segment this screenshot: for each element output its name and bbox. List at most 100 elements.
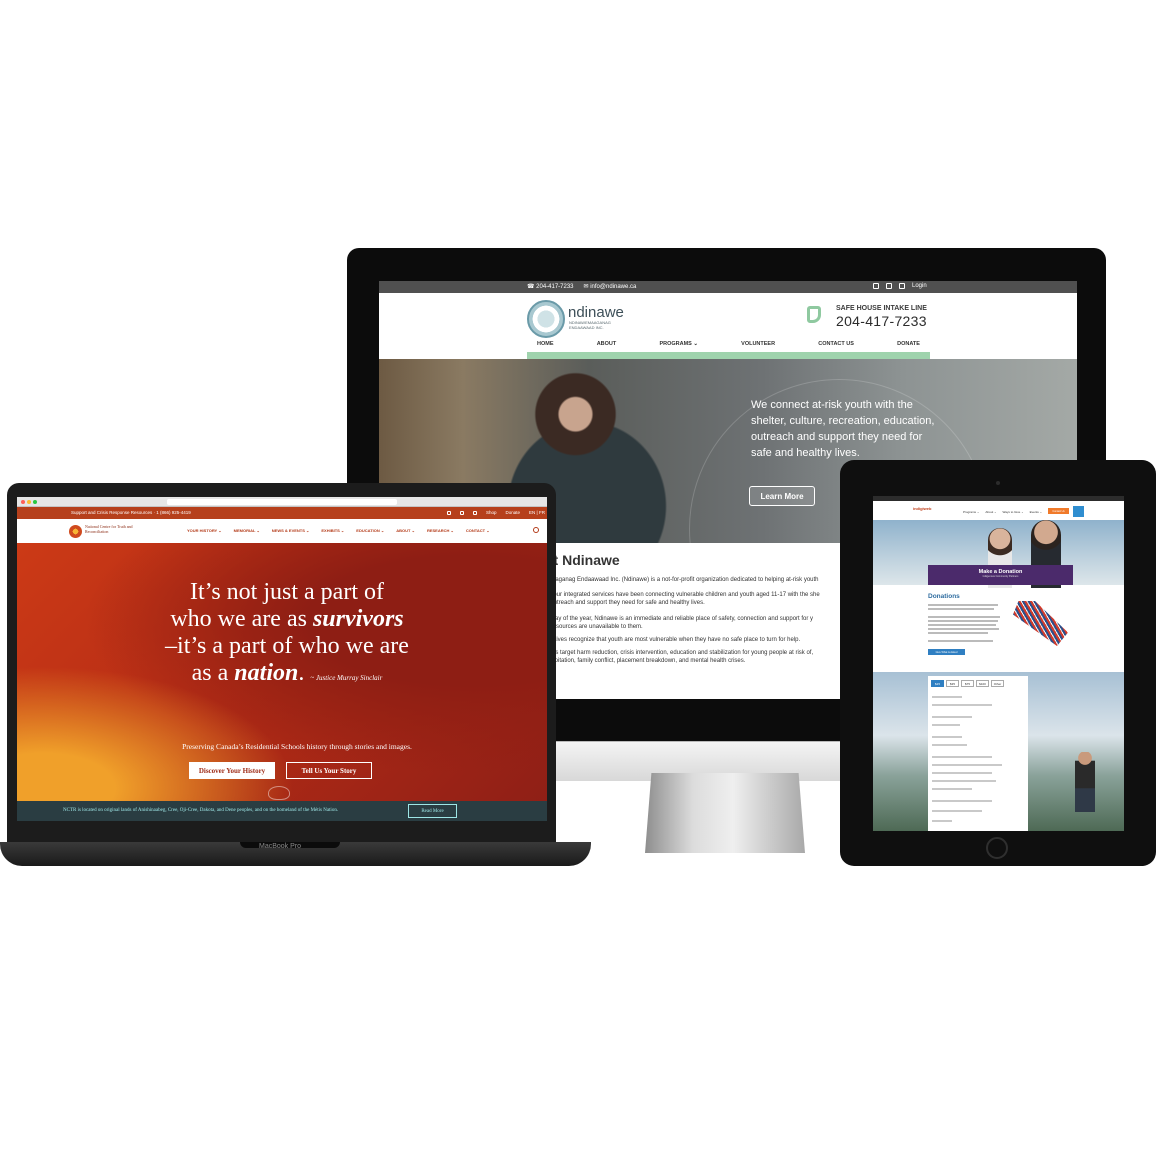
youtube-icon[interactable] [473,510,477,515]
quote-line: –it’s a part of who we are [165,633,409,659]
form-field[interactable] [932,788,972,790]
text-line [928,640,993,642]
zoom-dot-icon[interactable] [33,500,37,504]
form-field[interactable] [932,810,982,812]
form-field[interactable] [932,820,952,822]
language-toggle[interactable]: EN | FR [529,510,545,515]
tablet-screen: indigiweb Programs ⌄ About ⌄ Ways to Giv… [873,496,1124,831]
nctr-topbar: Support and Crisis Response Resources · … [17,507,547,519]
nav-news-events[interactable]: NEWS & EVENTS ⌄ [272,528,310,533]
ndinawe-logo-icon[interactable] [527,300,565,338]
about-line: , outreach and support they need for saf… [547,600,705,606]
text-line [928,608,994,610]
form-field[interactable] [932,704,992,706]
form-field[interactable] [932,716,972,718]
form-field[interactable] [932,800,992,802]
facebook-icon[interactable] [447,510,451,515]
twitter-icon[interactable] [460,510,464,515]
amount-35[interactable]: $35 [946,680,959,687]
amount-75[interactable]: $75 [961,680,974,687]
nctr-logo-text[interactable]: National Centre for Truth and Reconcilia… [85,524,145,534]
nav-events[interactable]: Events ⌄ [1030,510,1043,514]
nctr-logo-icon[interactable] [69,525,82,538]
nctr-nav: YOUR HISTORY ⌄ MEMORIAL ⌄ NEWS & EVENTS … [187,528,490,533]
form-field[interactable] [932,736,962,738]
contact-us-button[interactable]: Contact Us [1048,508,1069,514]
amount-options: $15 $35 $75 $100 Other [931,680,1004,687]
amount-other[interactable]: Other [991,680,1004,687]
land-acknowledgement-text: NCTR is located on original lands of Ani… [63,808,339,813]
search-icon[interactable] [533,527,539,533]
give-button[interactable]: Give What is Asked [928,649,965,655]
emblem-icon [268,786,290,800]
form-field[interactable] [932,696,962,698]
donate-link[interactable]: Donate [506,510,521,515]
home-button[interactable] [986,837,1008,859]
facebook-icon[interactable] [886,283,892,289]
nav-memorial[interactable]: MEMORIAL ⌄ [234,528,260,533]
camera-icon [996,481,1000,485]
nav-accent-bar [527,352,930,359]
quote-line: It’s not just a part of [190,579,384,605]
about-line: r resources are unavailable to them. [547,624,643,630]
nav-programs[interactable]: Programs ⌄ [963,510,979,514]
text-line [928,616,1000,618]
shop-link[interactable]: Shop [486,510,497,515]
close-dot-icon[interactable] [21,500,25,504]
indigiweb-logo[interactable]: indigiweb [913,506,931,511]
donations-title: Donations [928,593,960,600]
instagram-icon[interactable] [873,283,879,289]
hamburger-menu-icon[interactable] [1073,506,1084,517]
tell-story-button[interactable]: Tell Us Your Story [286,762,372,779]
twitter-icon[interactable] [899,283,905,289]
quote-emphasis: nation [234,660,299,686]
read-more-button[interactable]: Read More [408,804,457,818]
quote-text: as a [191,660,235,686]
quote-emphasis: survivors [312,606,404,632]
quote-line: as a nation. ~ Justice Murray Sinclair [107,660,467,692]
laptop-model-label: MacBook Pro [258,843,302,850]
login-link[interactable]: Login [912,283,927,289]
about-title: ut Ndinawe [545,552,620,568]
nav-education[interactable]: EDUCATION ⌄ [356,528,384,533]
address-bar[interactable] [167,499,397,505]
amount-100[interactable]: $100 [976,680,989,687]
form-field[interactable] [932,756,992,758]
about-line: xploitation, family conflict, placement … [547,658,746,664]
discover-history-button[interactable]: Discover Your History [189,762,275,779]
text-line [928,604,998,606]
nav-contact[interactable]: CONTACT ⌄ [466,528,490,533]
learn-more-button[interactable]: Learn More [749,486,815,506]
minimize-dot-icon[interactable] [27,500,31,504]
form-field[interactable] [932,780,996,782]
form-field[interactable] [932,772,992,774]
laptop-screen: Support and Crisis Response Resources · … [17,497,547,821]
form-field[interactable] [932,744,967,746]
quote-text: . [298,660,311,686]
ndinawe-logo-text[interactable]: ndinawe [568,304,624,321]
topbar-email[interactable]: ✉ info@ndinawe.ca [584,283,637,290]
about-line: ams target harm reduction, crisis interv… [547,650,814,656]
nav-ways-to-give[interactable]: Ways to Give ⌄ [1003,510,1024,514]
hero-subtitle: Preserving Canada’s Residential Schools … [182,742,412,751]
browser-chrome [17,497,547,507]
ribbon-sash-image [1013,601,1068,646]
intake-label: SAFE HOUSE INTAKE LINE [836,305,927,312]
nav-about[interactable]: ABOUT ⌄ [396,528,415,533]
nav-your-history[interactable]: YOUR HISTORY ⌄ [187,528,222,533]
form-field[interactable] [932,764,1002,766]
form-field[interactable] [932,724,960,726]
laptop-device: Support and Crisis Response Resources · … [7,483,556,843]
crisis-resources-link[interactable]: Support and Crisis Response Resources · … [71,510,191,515]
nav-research[interactable]: RESEARCH ⌄ [427,528,454,533]
intake-number[interactable]: 204-417-7233 [836,313,927,329]
monitor-stand [645,773,805,853]
text-line [928,624,996,626]
text-line [928,620,998,622]
topbar-phone[interactable]: ☎ 204-417-7233 [527,283,574,290]
ndinawe-logo-subtitle: NDINAWEMAAGANAG ENDAAWAAD INC. [569,320,611,330]
amount-15[interactable]: $15 [931,680,944,687]
about-line: maaganag Endaawaad Inc. (Ndinawe) is a n… [547,577,819,583]
nav-exhibits[interactable]: EXHIBITS ⌄ [321,528,344,533]
nav-about[interactable]: About ⌄ [985,510,996,514]
